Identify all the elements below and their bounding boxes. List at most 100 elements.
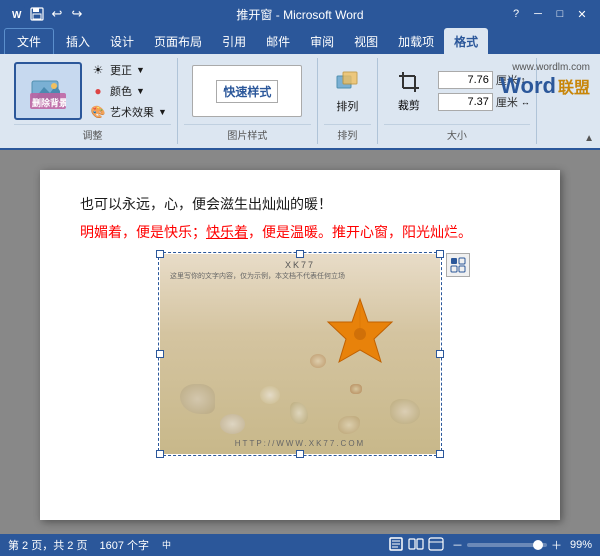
ribbon-tabs: 文件 插入 设计 页面布局 引用 邮件 审阅 视图 加载项 格式: [0, 28, 600, 54]
picture-styles-content: 快速样式: [184, 60, 311, 122]
document-text-2: 明媚着，便是快乐；快乐着，便是温暖。推开心窗，阳光灿烂。: [80, 218, 520, 246]
word-logo-suffix: 联盟: [558, 74, 590, 98]
view-mode-reading[interactable]: [408, 536, 424, 555]
width-input[interactable]: [438, 93, 493, 111]
word-logo-area: www.wordlm.com Word 联盟: [500, 62, 590, 99]
handle-middle-right[interactable]: [436, 350, 444, 358]
quick-styles-label: 快速样式: [216, 80, 278, 103]
text-normal-1: 也可以永远，心，便会滋生出灿灿的暖！: [80, 196, 332, 212]
handle-middle-left[interactable]: [156, 350, 164, 358]
image-watermark-top: XK77: [285, 260, 315, 270]
word-count[interactable]: 1607 个字: [99, 537, 149, 553]
color-button[interactable]: ● 颜色 ▼: [86, 81, 171, 101]
document-area: 也可以永远，心，便会滋生出灿灿的暖！ 明媚着，便是快乐；快乐着，便是温暖。推开心…: [0, 150, 600, 540]
tab-insert[interactable]: 插入: [56, 28, 100, 54]
ribbon-content: 删除背景 ☀ 更正 ▼ ● 颜色 ▼ 🎨 艺术效果 ▼: [0, 54, 600, 150]
language-icon: 中: [161, 538, 177, 550]
svg-text:删除背景: 删除背景: [32, 97, 66, 108]
page-info[interactable]: 第 2 页，共 2 页: [8, 537, 87, 553]
tab-file[interactable]: 文件: [4, 28, 54, 54]
shell-5: [338, 416, 360, 434]
image-layout-icon[interactable]: [446, 253, 470, 277]
ribbon-collapse-button[interactable]: ▲: [584, 133, 594, 144]
ribbon-group-adjust: 删除背景 ☀ 更正 ▼ ● 颜色 ▼ 🎨 艺术效果 ▼: [8, 58, 178, 144]
quick-styles-area: 快速样式: [192, 65, 302, 117]
selected-image-container[interactable]: XK77 这里写你的文字内容，仅为示例，本文档不代表任何立场: [160, 254, 440, 454]
remove-background-button[interactable]: 删除背景: [14, 62, 82, 120]
handle-bottom-right[interactable]: [436, 450, 444, 458]
ribbon-group-arrange: 排列 排列: [318, 58, 378, 144]
close-button[interactable]: ✕: [572, 4, 592, 24]
text-comma1: ，便是快乐；: [122, 224, 206, 240]
svg-text:中: 中: [162, 539, 171, 550]
zoom-thumb: [533, 540, 543, 550]
artistic-effects-icon: 🎨: [90, 104, 106, 120]
tab-layout[interactable]: 页面布局: [144, 28, 212, 54]
word-logo-text: Word: [500, 73, 556, 99]
tab-view[interactable]: 视图: [344, 28, 388, 54]
language-indicator: 中: [161, 538, 177, 553]
word-icon: W: [8, 5, 26, 23]
document-page: 也可以永远，心，便会滋生出灿灿的暖！ 明媚着，便是快乐；快乐着，便是温暖。推开心…: [40, 170, 560, 520]
shell-6: [290, 402, 308, 424]
picture-styles-label: 图片样式: [184, 124, 311, 142]
save-button[interactable]: [28, 5, 46, 23]
redo-button[interactable]: ↪: [68, 5, 86, 23]
document-text-1: 也可以永远，心，便会滋生出灿灿的暖！: [80, 190, 520, 218]
status-right: － ＋ 99%: [388, 536, 592, 555]
undo-button[interactable]: ↩: [48, 5, 66, 23]
minimize-button[interactable]: ─: [528, 4, 548, 24]
word-logo: Word 联盟: [500, 73, 590, 99]
view-mode-web[interactable]: [428, 536, 444, 555]
adjust-label: 调整: [14, 124, 171, 142]
text-rest: ，便是温暖。推开心窗，阳光灿烂。: [248, 224, 472, 240]
handle-top-left[interactable]: [156, 250, 164, 258]
title-bar: W ↩ ↪ 推开窗 - Microsoft Word ? ─ □ ✕: [0, 0, 600, 28]
handle-top-middle[interactable]: [296, 250, 304, 258]
view-mode-print[interactable]: [388, 536, 404, 555]
arrange-content: 排列: [324, 60, 371, 122]
window-title: 推开窗 - Microsoft Word: [236, 6, 363, 23]
zoom-slider[interactable]: [467, 543, 547, 547]
shell-1: [180, 384, 215, 414]
corrections-icon: ☀: [90, 62, 106, 78]
adjust-group-content: 删除背景 ☀ 更正 ▼ ● 颜色 ▼ 🎨 艺术效果 ▼: [14, 60, 171, 122]
remove-bg-icon: 删除背景: [30, 73, 66, 109]
maximize-button[interactable]: □: [550, 4, 570, 24]
tab-format[interactable]: 格式: [444, 28, 488, 54]
title-bar-controls: ? ─ □ ✕: [506, 4, 592, 24]
status-bar: 第 2 页，共 2 页 1607 个字 中 － ＋ 99%: [0, 534, 600, 556]
zoom-in-button[interactable]: ＋: [551, 537, 562, 553]
quick-styles-gallery[interactable]: 快速样式: [192, 65, 302, 117]
handle-bottom-left[interactable]: [156, 450, 164, 458]
tab-mail[interactable]: 邮件: [256, 28, 300, 54]
handle-top-right[interactable]: [436, 250, 444, 258]
height-input[interactable]: [438, 71, 493, 89]
beach-image: XK77 这里写你的文字内容，仅为示例，本文档不代表任何立场: [160, 254, 440, 454]
tab-references[interactable]: 引用: [212, 28, 256, 54]
starfish-image: [320, 294, 400, 374]
crop-area: 裁剪: [384, 65, 434, 117]
zoom-out-button[interactable]: －: [452, 537, 463, 553]
shell-7: [310, 354, 326, 368]
tab-review[interactable]: 审阅: [300, 28, 344, 54]
image-watermark-bottom: HTTP://WWW.XK77.COM: [235, 439, 365, 448]
corrections-button[interactable]: ☀ 更正 ▼: [86, 60, 171, 80]
shell-8: [350, 384, 362, 394]
artistic-effects-button[interactable]: 🎨 艺术效果 ▼: [86, 102, 171, 122]
crop-button[interactable]: 裁剪: [384, 65, 434, 117]
status-left: 第 2 页，共 2 页 1607 个字 中: [8, 537, 177, 553]
tab-addins[interactable]: 加载项: [388, 28, 444, 54]
tab-design[interactable]: 设计: [100, 28, 144, 54]
wordlm-url: www.wordlm.com: [500, 62, 590, 73]
shell-4: [260, 386, 280, 404]
arrange-label: 排列: [324, 124, 371, 142]
adjust-buttons: ☀ 更正 ▼ ● 颜色 ▼ 🎨 艺术效果 ▼: [86, 60, 171, 122]
handle-bottom-middle[interactable]: [296, 450, 304, 458]
help-button[interactable]: ?: [506, 4, 526, 24]
zoom-percent[interactable]: 99%: [570, 539, 592, 551]
quick-access-toolbar: W ↩ ↪: [8, 5, 86, 23]
image-subtitle: 这里写你的文字内容，仅为示例，本文档不代表任何立场: [170, 272, 430, 282]
size-label: 大小: [384, 124, 530, 142]
arrange-button[interactable]: 排列: [325, 64, 369, 118]
